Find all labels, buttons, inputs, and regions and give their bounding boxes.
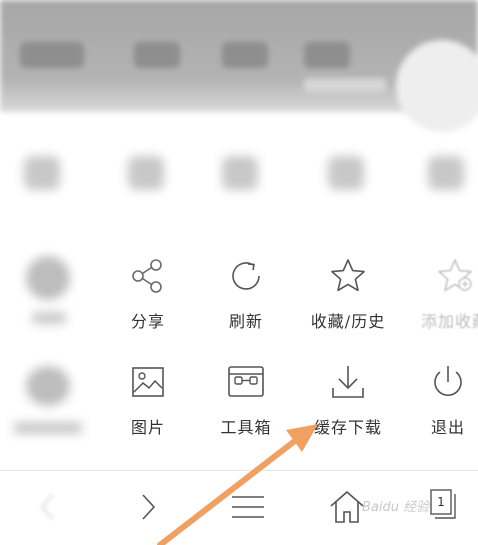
menu-exit[interactable]: 退出: [408, 362, 478, 438]
home-icon[interactable]: [327, 487, 367, 527]
menu-add-favorite[interactable]: 添加收藏: [410, 256, 478, 332]
menu-icon[interactable]: [228, 487, 268, 527]
menu-cache-download[interactable]: 缓存下载: [300, 362, 396, 438]
menu-label: 退出: [430, 418, 465, 437]
star-add-icon: [438, 259, 472, 292]
menu-refresh[interactable]: 刷新: [206, 256, 286, 332]
blurred-header: [0, 0, 478, 132]
menu-images[interactable]: 图片: [108, 362, 188, 438]
menu-label: 图片: [130, 418, 165, 437]
power-icon: [434, 366, 462, 397]
blurred-icon-row: [0, 140, 478, 210]
menu-label: 工具箱: [220, 418, 272, 437]
star-icon: [331, 259, 365, 292]
menu-favorites-history[interactable]: 收藏/历史: [300, 256, 396, 332]
menu-label: 分享: [130, 312, 165, 331]
tab-count: 1: [437, 495, 445, 509]
blurred-tab: [134, 42, 180, 68]
blurred-menu-item: [8, 360, 88, 450]
menu-share[interactable]: 分享: [108, 256, 188, 332]
tabs-button[interactable]: 1: [424, 487, 464, 527]
menu-label: 刷新: [228, 312, 263, 331]
watermark: Baidu 经验: [362, 500, 430, 515]
blurred-avatar: [396, 40, 478, 132]
image-icon: [132, 367, 164, 397]
menu-label: 缓存下载: [313, 418, 382, 437]
blurred-tab: [222, 42, 268, 68]
forward-icon[interactable]: [128, 487, 168, 527]
blurred-menu-item: [14, 250, 84, 340]
blurred-tab: [304, 42, 350, 68]
download-icon: [332, 366, 364, 398]
blurred-tab: [20, 42, 84, 68]
back-icon[interactable]: [28, 487, 68, 527]
menu-label: 收藏/历史: [310, 312, 386, 331]
refresh-icon: [232, 262, 260, 290]
share-icon: [132, 259, 162, 293]
blurred-subtext: [304, 78, 386, 92]
toolbox-icon: [228, 366, 264, 397]
menu-label: 添加收藏: [420, 312, 478, 331]
menu-toolbox[interactable]: 工具箱: [206, 362, 286, 438]
